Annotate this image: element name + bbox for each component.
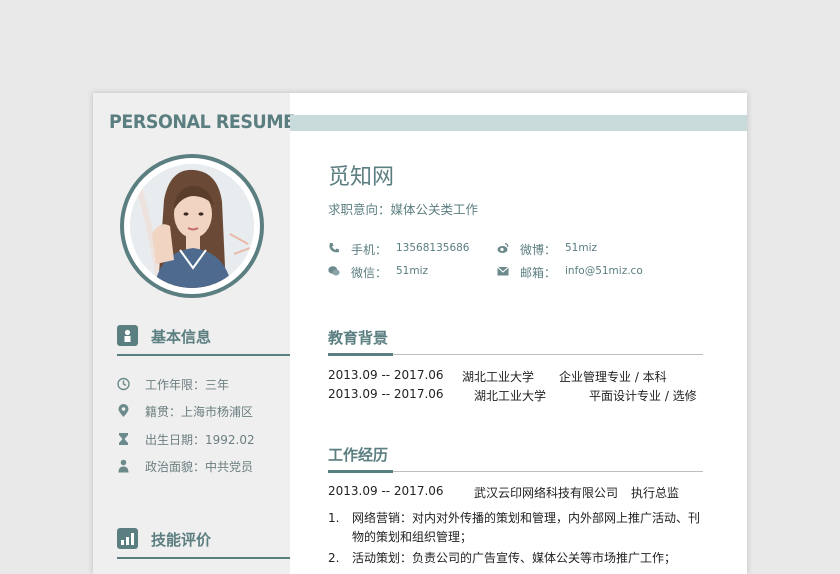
basic-info-title: 基本信息 [151,328,212,346]
person-icon [118,459,129,473]
info-text: 出生日期：1992.02 [145,433,255,447]
contact-label: 邮箱： [520,266,557,280]
education-row: 2013.09 -- 2017.06 湖北工业大学 平面设计专业 / 选修 [328,387,708,403]
skills-header: 技能评价 [117,528,290,559]
info-row-hometown: 籍贯：上海市杨浦区 [117,403,287,421]
location-pin-icon [118,404,129,417]
work-period: 2013.09 -- 2017.06 [328,484,444,498]
duty-item: 2. 活动策划：负责公司的广告宣传、媒体公关等市场推广工作； [328,549,708,569]
candidate-name: 觅知网 [328,165,395,190]
duty-number: 2. [328,551,340,565]
duty-text: 网络营销：对内对外传播的策划和管理，内外部网上推广活动、刊物的策划和组织管理； [352,511,701,544]
info-text: 政治面貌：中共党员 [145,460,254,474]
education-divider [328,353,703,356]
divider [117,354,290,356]
work-row: 2013.09 -- 2017.06 武汉云印网络科技有限公司 执行总监 [328,484,708,500]
info-row-work-years: 工作年限：三年 [117,376,287,394]
edu-school: 湖北工业大学 [462,370,535,384]
contact-value: 51miz [396,265,429,277]
edu-school: 湖北工业大学 [474,389,547,403]
mail-icon [497,266,509,276]
resume-sheet: PERSONAL RESUME 基本信息 工作年限：三年 籍贯：上海市杨浦区 出… [93,93,747,574]
edu-major: 平面设计专业 / 选修 [589,389,697,403]
work-title: 工作经历 [328,446,389,464]
duty-number: 1. [328,511,340,525]
avatar-photo [130,164,254,288]
sidebar: PERSONAL RESUME 基本信息 工作年限：三年 籍贯：上海市杨浦区 出… [93,93,295,574]
phone-icon [329,243,339,253]
weibo-icon [497,242,509,253]
contact-label: 微信： [351,266,388,280]
info-text: 工作年限：三年 [145,378,230,392]
briefcase-icon [117,377,130,391]
education-title: 教育背景 [328,329,389,347]
contact-value: 13568135686 [396,242,470,254]
id-card-icon [117,325,138,346]
edu-period: 2013.09 -- 2017.06 [328,368,444,382]
contact-value: 51miz [565,242,598,254]
info-row-political: 政治面貌：中共党员 [117,458,287,476]
hourglass-icon [119,433,128,445]
work-company: 武汉云印网络科技有限公司 [474,486,619,500]
skills-title: 技能评价 [151,531,212,549]
avatar [120,154,264,298]
portrait-illustration [130,164,254,288]
contact-phone: 手机： 13568135686 [328,241,488,257]
contact-weibo: 微博： 51miz [497,241,657,257]
contact-value: info@51miz.co [565,265,643,277]
duty-text: 活动策划：负责公司的广告宣传、媒体公关等市场推广工作； [352,551,677,565]
contact-label: 手机： [351,243,388,257]
info-row-birthdate: 出生日期：1992.02 [117,431,287,449]
basic-info-header: 基本信息 [117,325,290,356]
bar-chart-icon [117,528,138,549]
info-text: 籍贯：上海市杨浦区 [145,405,254,419]
job-intent: 求职意向：媒体公关类工作 [328,202,479,217]
wechat-icon [328,266,340,276]
contact-email: 邮箱： info@51miz.co [497,264,677,280]
work-divider [328,470,703,473]
contact-label: 微博： [520,243,557,257]
work-role: 执行总监 [631,486,680,500]
contact-wechat: 微信： 51miz [328,264,488,280]
divider [117,557,290,559]
brand-title: PERSONAL RESUME [109,111,295,133]
header-band [290,115,747,131]
edu-major: 企业管理专业 / 本科 [559,370,667,384]
edu-period: 2013.09 -- 2017.06 [328,387,444,401]
duty-item: 1. 网络营销：对内对外传播的策划和管理，内外部网上推广活动、刊物的策划和组织管… [328,509,708,547]
education-row: 2013.09 -- 2017.06 湖北工业大学 企业管理专业 / 本科 [328,368,708,384]
